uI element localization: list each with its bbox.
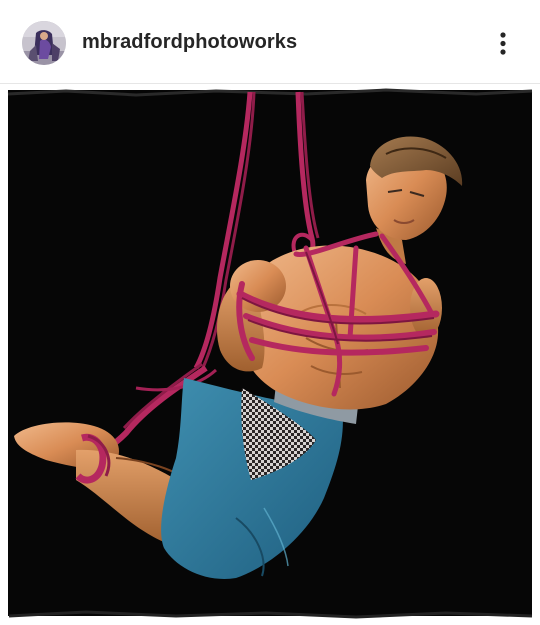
post-photo[interactable] [6,88,534,620]
more-options-button[interactable] [488,24,518,64]
avatar-photo-icon [22,21,66,65]
photo-artwork [6,88,534,620]
instagram-post: mbradfordphotoworks [0,0,540,625]
more-vertical-icon [500,32,506,55]
post-header: mbradfordphotoworks [0,0,540,84]
username[interactable]: mbradfordphotoworks [82,31,297,54]
avatar[interactable] [22,21,66,65]
